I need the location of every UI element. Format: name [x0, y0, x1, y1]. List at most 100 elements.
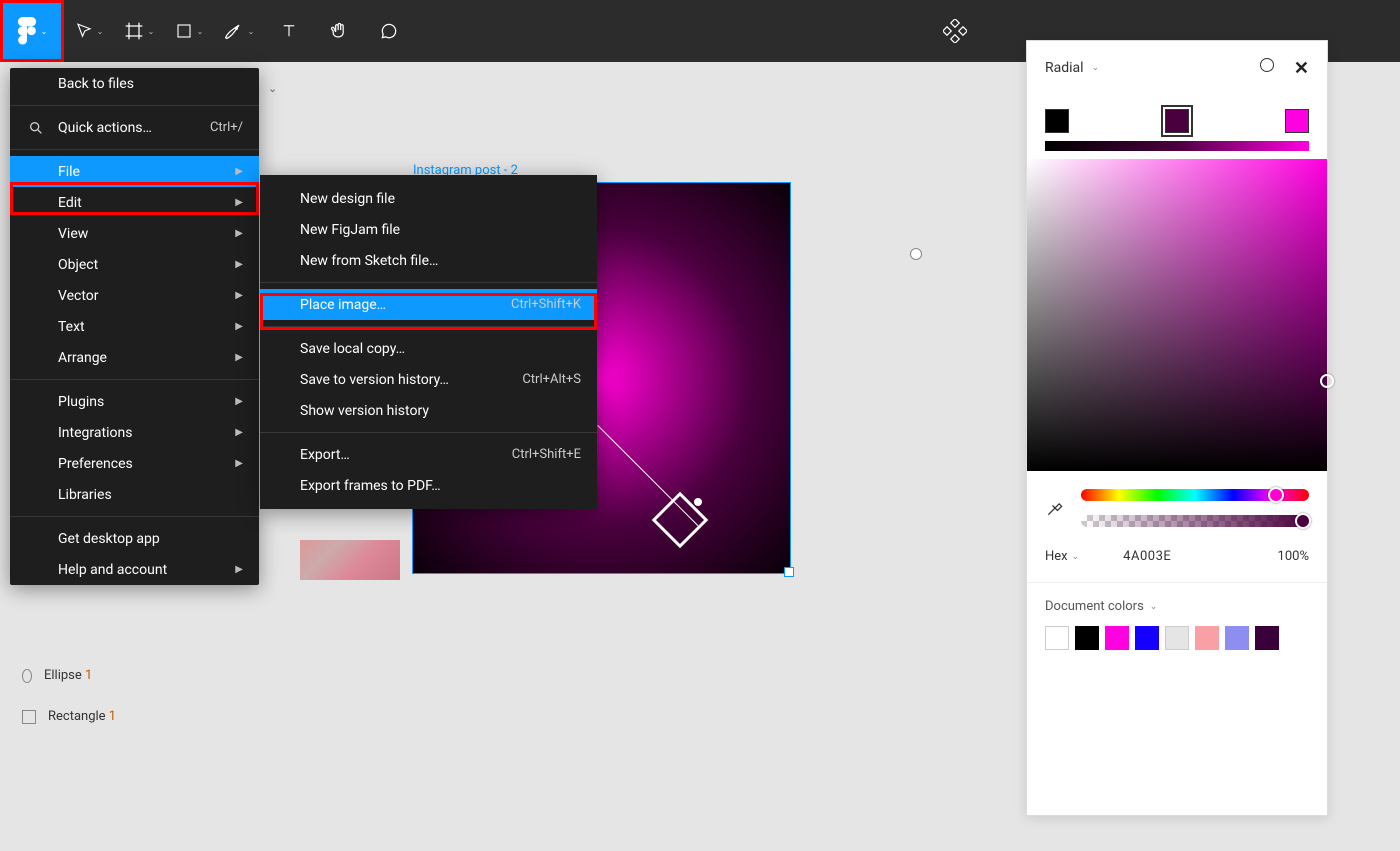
- canvas-image-thumb[interactable]: [300, 540, 400, 580]
- canvas-ellipse[interactable]: [910, 248, 922, 260]
- menu-label: Arrange: [58, 350, 107, 366]
- menu-label: Integrations: [58, 425, 132, 441]
- menu-label: View: [58, 226, 88, 242]
- hue-thumb[interactable]: [1268, 487, 1284, 503]
- close-icon[interactable]: ✕: [1294, 58, 1309, 79]
- submenu-export-pdf[interactable]: Export frames to PDF…: [260, 470, 597, 501]
- chevron-right-icon: ▶: [235, 166, 243, 177]
- gradient-stop-1[interactable]: [1045, 109, 1069, 133]
- layer-label: Rectangle: [48, 709, 109, 724]
- chevron-right-icon: ▶: [235, 564, 243, 575]
- figma-menu-button[interactable]: ⌄: [0, 0, 64, 62]
- color-format-dropdown[interactable]: Hex⌄: [1045, 549, 1079, 564]
- menu-shortcut: Ctrl+Alt+S: [522, 372, 581, 387]
- menu-label: Text: [58, 319, 85, 335]
- chevron-right-icon: ▶: [235, 321, 243, 332]
- menu-quick-actions[interactable]: Quick actions… Ctrl+/: [10, 112, 259, 143]
- rotate-gradient-icon[interactable]: [1260, 58, 1274, 72]
- submenu-save-local[interactable]: Save local copy…: [260, 333, 597, 364]
- menu-shortcut: Ctrl+Shift+E: [512, 447, 581, 462]
- layer-row-rectangle[interactable]: Rectangle 1: [22, 709, 116, 724]
- menu-label: Quick actions…: [58, 120, 152, 136]
- menu-back-to-files[interactable]: Back to files: [10, 68, 259, 99]
- layer-row-ellipse[interactable]: Ellipse 1: [22, 668, 92, 683]
- move-tool[interactable]: ⌄: [64, 0, 114, 62]
- menu-arrange[interactable]: Arrange ▶: [10, 342, 259, 373]
- submenu-new-sketch[interactable]: New from Sketch file…: [260, 245, 597, 276]
- frame-tool[interactable]: ⌄: [114, 0, 164, 62]
- submenu-new-figjam[interactable]: New FigJam file: [260, 214, 597, 245]
- submenu-place-image[interactable]: Place image… Ctrl+Shift+K: [260, 289, 597, 320]
- menu-get-desktop[interactable]: Get desktop app: [10, 523, 259, 554]
- swatch[interactable]: [1255, 626, 1279, 650]
- ellipse-icon: [22, 669, 32, 683]
- alpha-thumb[interactable]: [1295, 513, 1311, 529]
- resources-icon[interactable]: [930, 0, 980, 62]
- gradient-bar[interactable]: [1045, 141, 1309, 151]
- swatch[interactable]: [1135, 626, 1159, 650]
- menu-plugins[interactable]: Plugins▶: [10, 386, 259, 417]
- gradient-stop-2[interactable]: [1165, 109, 1189, 133]
- opacity-input[interactable]: 100%: [1278, 549, 1309, 564]
- gradient-type-dropdown[interactable]: Radial ⌄: [1045, 60, 1099, 76]
- sv-cursor[interactable]: [1320, 374, 1334, 388]
- menu-object[interactable]: Object▶: [10, 249, 259, 280]
- menu-label: New from Sketch file…: [300, 253, 438, 269]
- menu-shortcut: Ctrl+Shift+K: [511, 297, 581, 312]
- chevron-right-icon: ▶: [235, 228, 243, 239]
- menu-integrations[interactable]: Integrations ▶: [10, 417, 259, 448]
- submenu-new-design[interactable]: New design file: [260, 183, 597, 214]
- gradient-stop-3[interactable]: [1285, 109, 1309, 133]
- menu-label: Save local copy…: [300, 341, 405, 357]
- doc-colors-label: Document colors: [1045, 599, 1144, 614]
- menu-label: File: [58, 164, 80, 180]
- eyedropper-icon[interactable]: [1045, 498, 1065, 518]
- swatch[interactable]: [1045, 626, 1069, 650]
- main-menu: Back to files Quick actions… Ctrl+/ File…: [10, 68, 259, 585]
- menu-text[interactable]: Text ▶: [10, 311, 259, 342]
- menu-file[interactable]: File ▶: [10, 156, 259, 187]
- color-panel-header: Radial ⌄ ✕: [1027, 41, 1327, 95]
- rectangle-icon: [22, 710, 36, 724]
- chevron-right-icon: ▶: [235, 352, 243, 363]
- file-submenu: New design file New FigJam file New from…: [260, 175, 597, 509]
- alpha-slider[interactable]: [1081, 515, 1309, 527]
- gradient-handle-dot[interactable]: [694, 498, 702, 506]
- menu-label: Back to files: [58, 76, 134, 92]
- menu-libraries[interactable]: Libraries: [10, 479, 259, 510]
- menu-label: Show version history: [300, 403, 429, 419]
- hue-slider[interactable]: [1081, 489, 1309, 501]
- submenu-show-version[interactable]: Show version history: [260, 395, 597, 426]
- chevron-right-icon: ▶: [235, 427, 243, 438]
- hex-input[interactable]: 4A003E: [1123, 549, 1171, 564]
- swatch[interactable]: [1075, 626, 1099, 650]
- menu-vector[interactable]: Vector▶: [10, 280, 259, 311]
- menu-label: New FigJam file: [300, 222, 400, 238]
- text-tool[interactable]: [264, 0, 314, 62]
- menu-shortcut: Ctrl+/: [210, 120, 243, 135]
- menu-preferences[interactable]: Preferences▶: [10, 448, 259, 479]
- menu-edit[interactable]: Edit▶: [10, 187, 259, 218]
- menu-separator: [10, 516, 259, 517]
- swatch[interactable]: [1105, 626, 1129, 650]
- menu-label: Libraries: [58, 487, 112, 503]
- pen-tool[interactable]: ⌄: [214, 0, 264, 62]
- menu-label: Vector: [58, 288, 99, 304]
- menu-view[interactable]: View ▶: [10, 218, 259, 249]
- menu-separator: [260, 282, 597, 283]
- menu-help[interactable]: Help and account▶: [10, 554, 259, 585]
- swatch[interactable]: [1225, 626, 1249, 650]
- shape-tool[interactable]: ⌄: [164, 0, 214, 62]
- document-colors-dropdown[interactable]: Document colors⌄: [1045, 599, 1309, 614]
- swatch[interactable]: [1195, 626, 1219, 650]
- hand-tool[interactable]: [314, 0, 364, 62]
- saturation-value-picker[interactable]: [1027, 159, 1327, 471]
- submenu-export[interactable]: Export…Ctrl+Shift+E: [260, 439, 597, 470]
- swatch[interactable]: [1165, 626, 1189, 650]
- menu-label: Object: [58, 257, 98, 273]
- comment-tool[interactable]: [364, 0, 414, 62]
- layer-label: Ellipse: [44, 668, 85, 683]
- submenu-save-version[interactable]: Save to version history…Ctrl+Alt+S: [260, 364, 597, 395]
- file-tab-chevron-icon[interactable]: ⌄: [268, 82, 277, 95]
- menu-separator: [10, 105, 259, 106]
